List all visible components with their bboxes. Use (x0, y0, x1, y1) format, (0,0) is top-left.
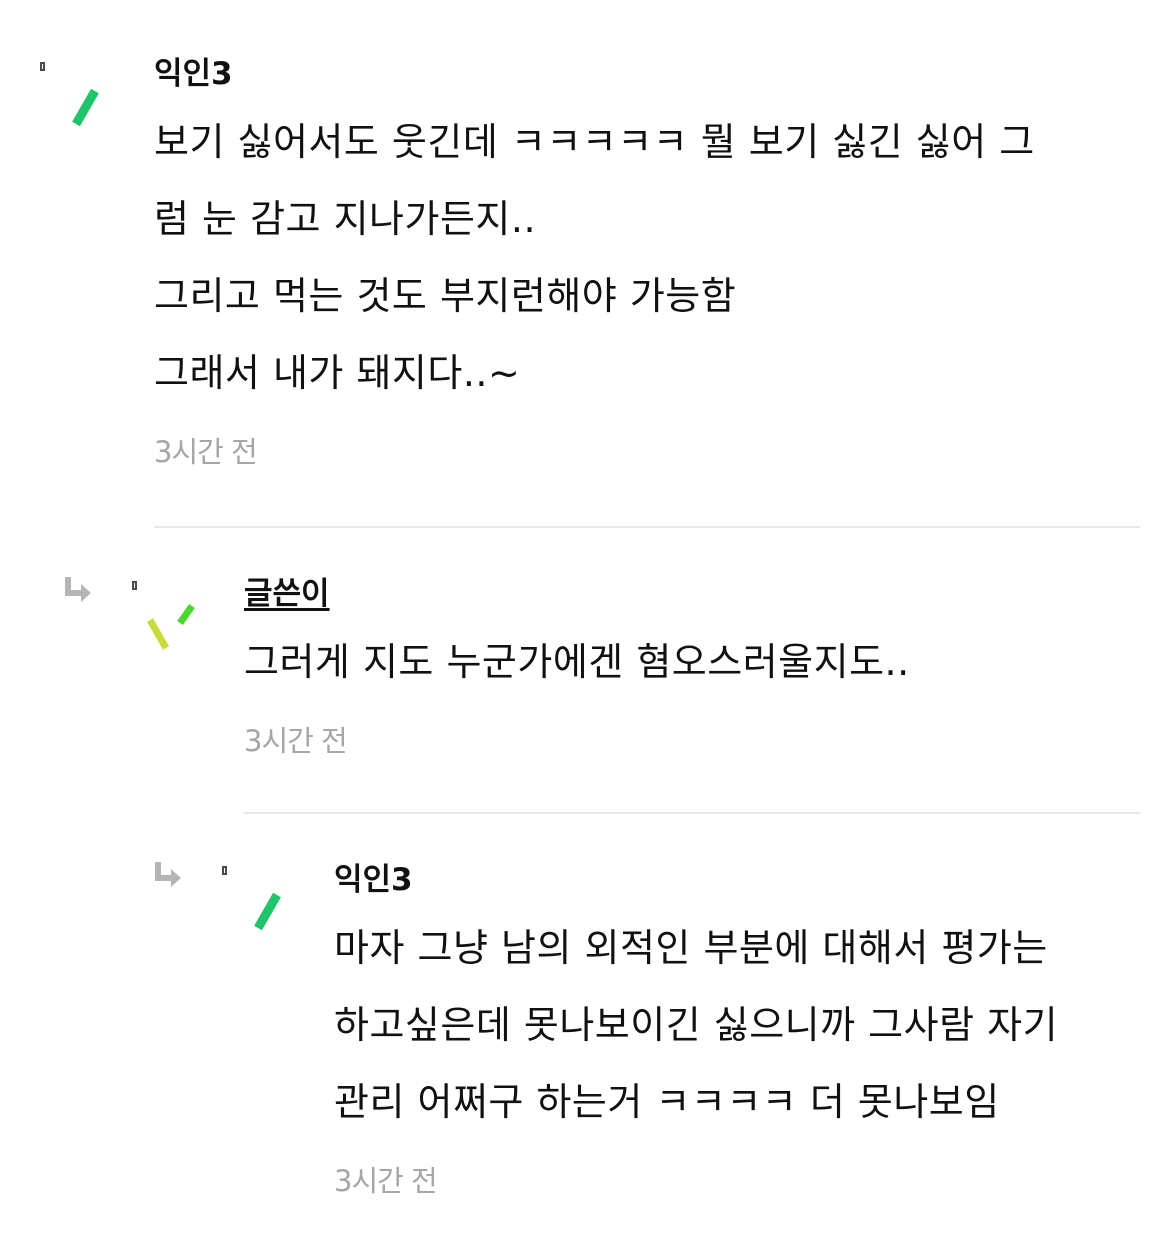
avatar-corner-icon (132, 581, 137, 590)
comment-timestamp: 3시간 전 (244, 724, 348, 758)
comment-author[interactable]: 익인3 (334, 858, 1140, 902)
avatar-corner-icon (40, 62, 45, 71)
comment-line: 하고싶은데 못나보이긴 싫으니까 그사람 자기 (334, 1003, 1059, 1047)
comment-body: 그러게 지도 누군가에겐 혐오스러울지도.. (244, 624, 1140, 701)
reply-arrow-icon (65, 577, 91, 602)
comment-author[interactable]: 익인3 (154, 52, 1140, 96)
comment-line: 럼 눈 감고 지나가든지.. (154, 197, 537, 241)
avatar-stroke-icon (146, 603, 195, 650)
comment-line: 그리고 먹는 것도 부지런해야 가능함 (154, 274, 737, 318)
comment-divider (244, 812, 1140, 814)
reply-arrow-icon (155, 862, 181, 887)
comment-line: 관리 어쩌구 하는거 ㅋㅋㅋㅋ 더 못나보임 (334, 1080, 1000, 1124)
comment-body: 마자 그냥 남의 외적인 부분에 대해서 평가는 하고싶은데 못나보이긴 싫으니… (334, 910, 1140, 1141)
comment-author[interactable]: 글쓴이 (244, 572, 1140, 616)
comment-body: 보기 싫어서도 웃긴데 ㅋㅋㅋㅋㅋ 뭘 보기 싫긴 싫어 그 럼 눈 감고 지나… (154, 104, 1140, 412)
avatar-corner-icon (222, 866, 227, 875)
avatar-stroke-icon (72, 88, 99, 127)
comment-line: 보기 싫어서도 웃긴데 ㅋㅋㅋㅋㅋ 뭘 보기 싫긴 싫어 그 (154, 120, 1035, 164)
comment-line: 그러게 지도 누군가에겐 혐오스러울지도.. (244, 640, 910, 684)
comment-item: 글쓴이 그러게 지도 누군가에겐 혐오스러울지도.. 3시간 전 (244, 572, 1140, 761)
comment-line: 그래서 내가 돼지다..~ (154, 351, 521, 395)
comment-item: 익인3 보기 싫어서도 웃긴데 ㅋㅋㅋㅋㅋ 뭘 보기 싫긴 싫어 그 럼 눈 감… (154, 52, 1140, 472)
avatar-stroke-icon (254, 892, 281, 931)
comment-item: 익인3 마자 그냥 남의 외적인 부분에 대해서 평가는 하고싶은데 못나보이긴… (334, 858, 1140, 1201)
comment-timestamp: 3시간 전 (334, 1164, 438, 1198)
comment-line: 마자 그냥 남의 외적인 부분에 대해서 평가는 (334, 926, 1048, 970)
comment-divider (154, 526, 1140, 528)
comment-timestamp: 3시간 전 (154, 435, 258, 469)
